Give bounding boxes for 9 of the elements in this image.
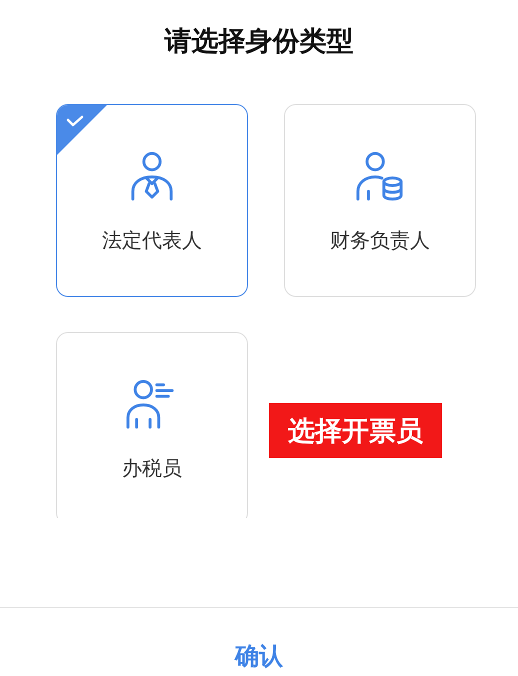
person-with-coins-icon — [356, 151, 404, 201]
person-with-tie-icon — [129, 151, 175, 201]
identity-card[interactable]: 财务负责人 — [284, 104, 476, 297]
check-corner-icon — [57, 105, 107, 155]
confirm-button[interactable]: 确认 — [225, 636, 293, 676]
identity-card[interactable]: 办税员 — [56, 332, 248, 518]
annotation-label: 选择开票员 — [269, 403, 442, 458]
dialog-title: 请选择身份类型 — [163, 25, 354, 59]
identity-card[interactable]: 法定代表人 — [56, 104, 248, 297]
